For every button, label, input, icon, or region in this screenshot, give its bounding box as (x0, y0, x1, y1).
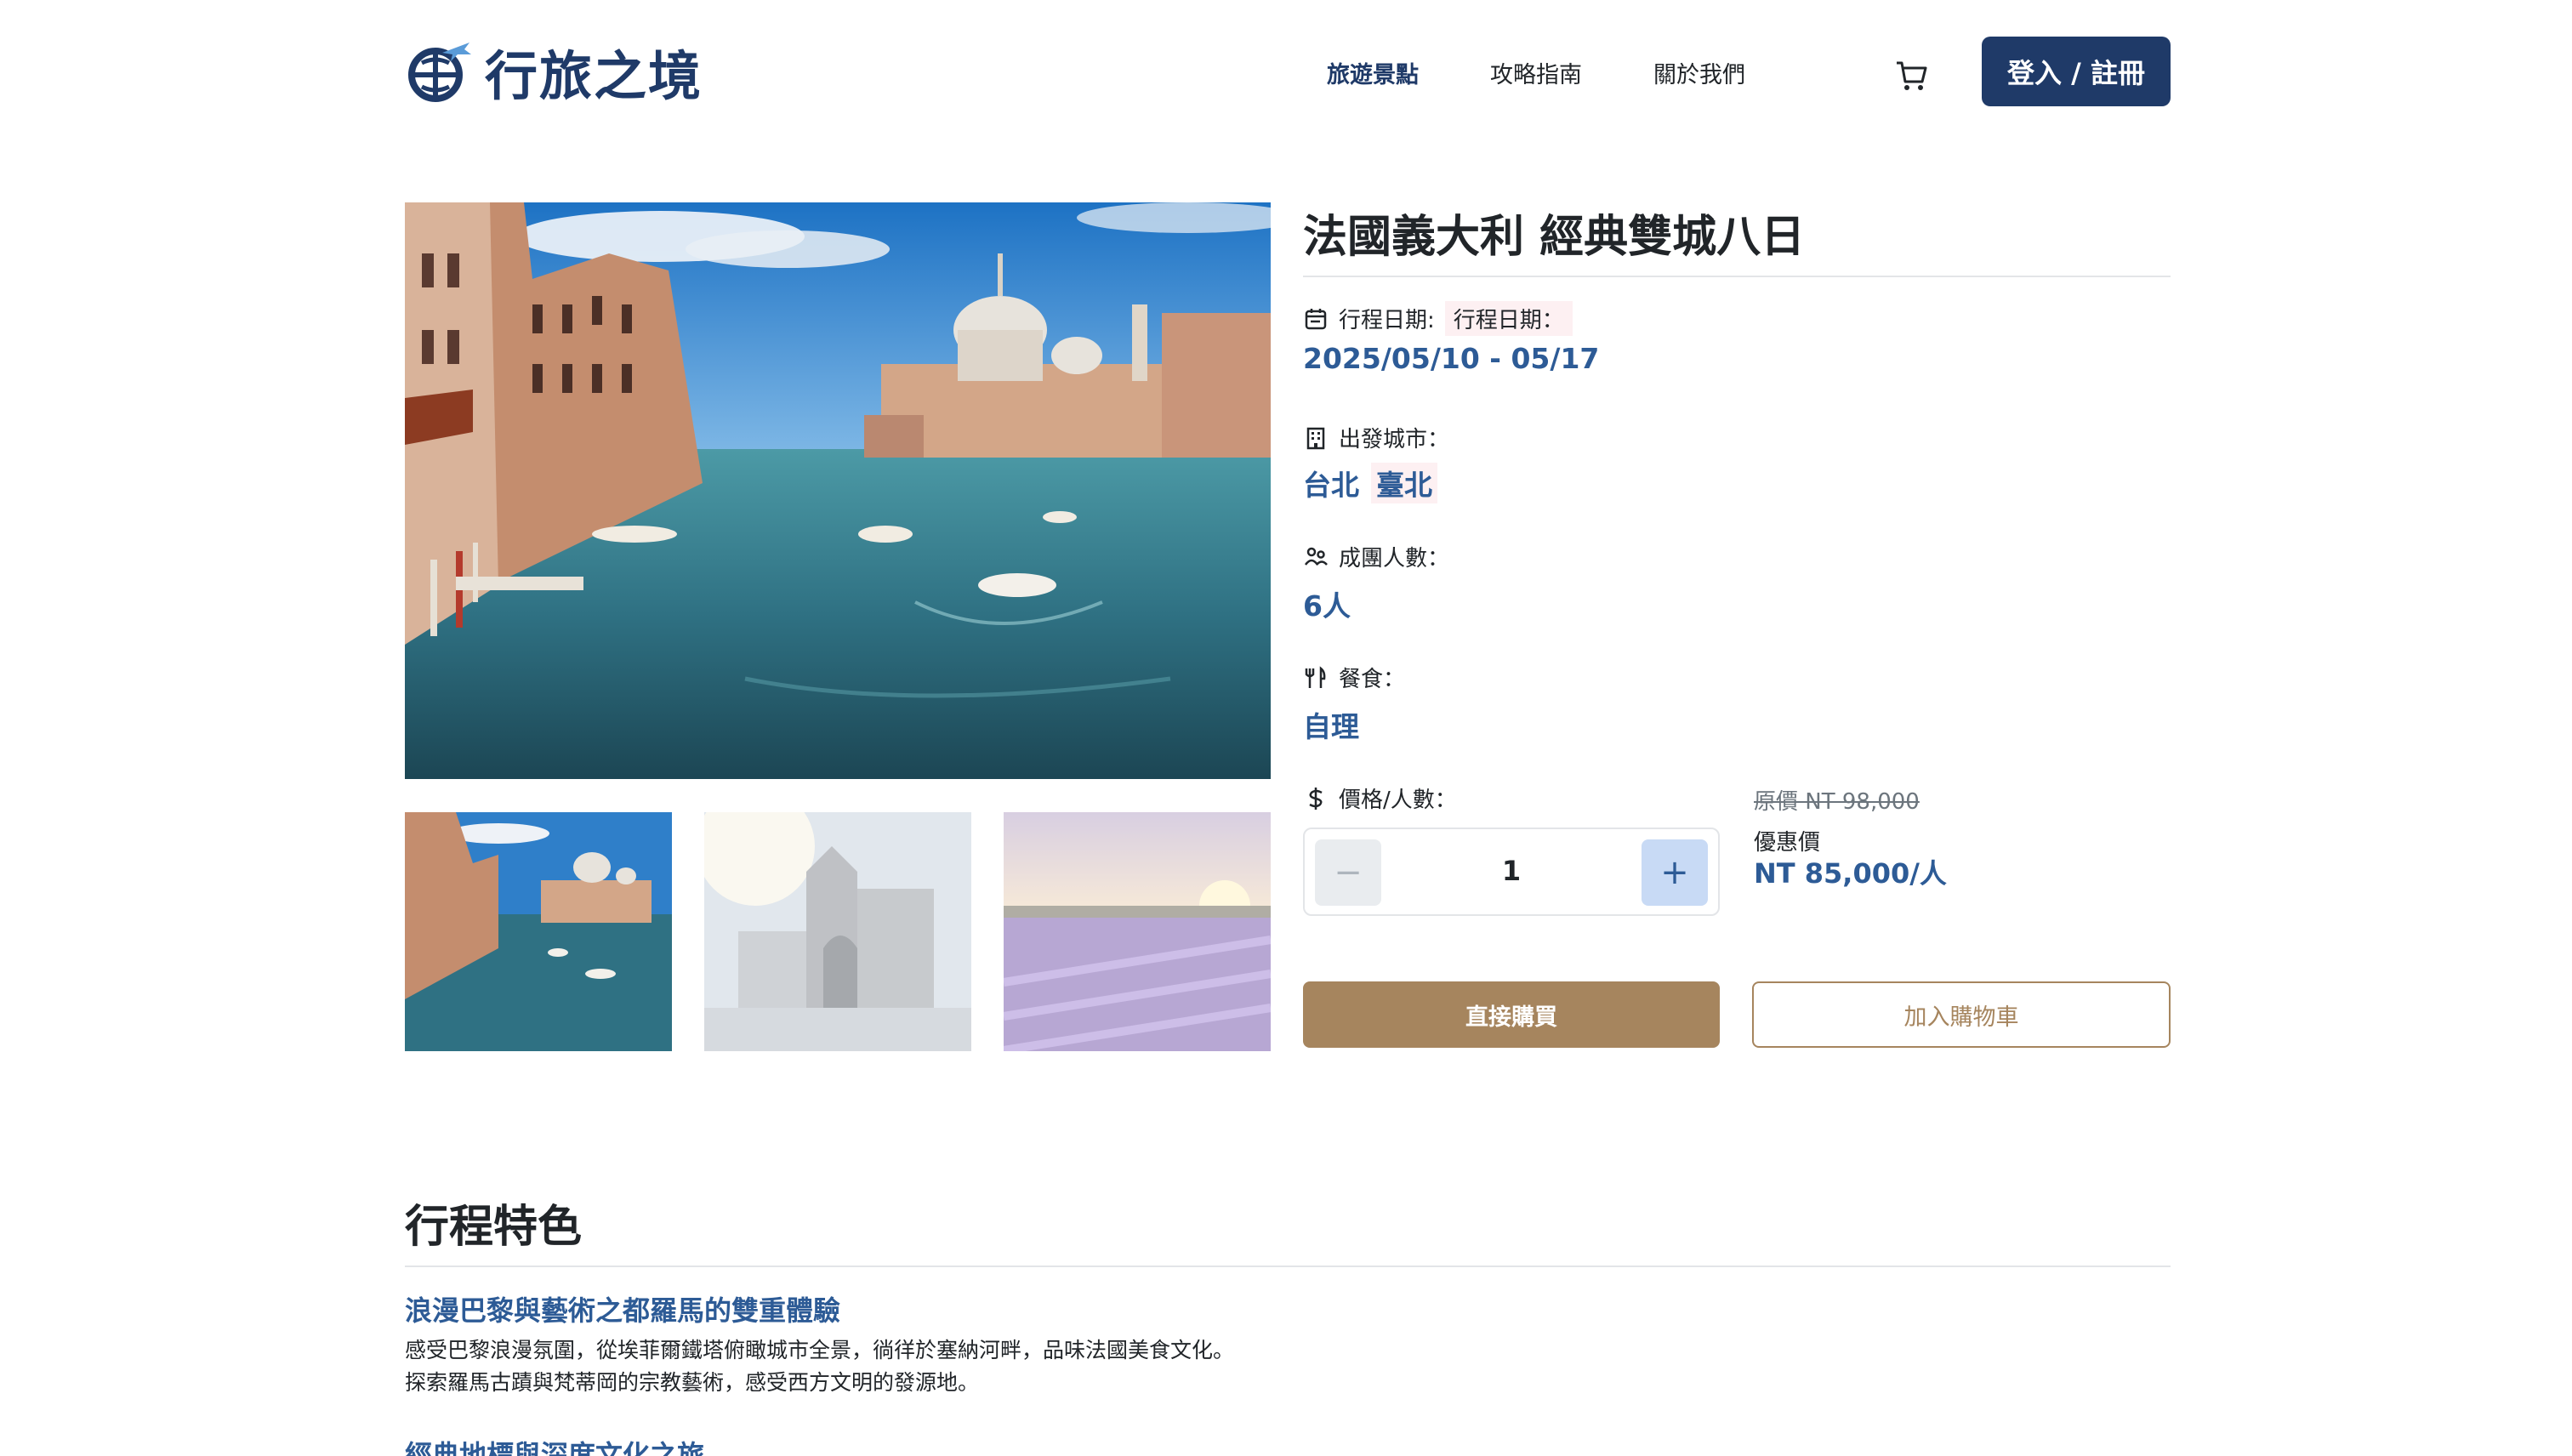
group-label-row: 成團人數： (1303, 541, 1449, 572)
meal-label: 餐食： (1339, 667, 1406, 692)
meal-label-row: 餐食： (1303, 662, 1405, 693)
login-register-button[interactable]: 登入 / 註冊 (1982, 37, 2171, 106)
features-divider (405, 1265, 2171, 1267)
cart-button[interactable] (1893, 56, 1931, 94)
feature-line: 感受巴黎浪漫氛圍，從埃菲爾鐵塔俯瞰城市全景，徜徉於塞納河畔，品味法國美食文化。 (405, 1338, 1235, 1362)
features-title: 行程特色 (405, 1201, 583, 1253)
building-icon (1306, 427, 1325, 449)
sale-price: NT 85,000/人 (1754, 857, 1947, 890)
utensils-icon (1305, 665, 1326, 688)
calendar-icon (1305, 308, 1327, 329)
thumbnail-lavender[interactable] (1004, 812, 1271, 1051)
thumbnail-stone-gate[interactable] (704, 812, 971, 1051)
group-label: 成團人數： (1339, 546, 1450, 572)
increase-button[interactable]: + (1642, 839, 1708, 906)
group-icon (1304, 547, 1328, 566)
feature-heading: 浪漫巴黎與藝術之都羅馬的雙重體驗 (405, 1294, 841, 1327)
city-value-alt: 臺北 (1371, 463, 1437, 503)
brand-logo[interactable]: 行旅之境 (405, 37, 703, 107)
add-to-cart-button[interactable]: 加入購物車 (1752, 981, 2171, 1048)
title-divider (1303, 276, 2171, 277)
feature-heading: 經典地標與深度文化之旅 (405, 1439, 705, 1456)
meal-value: 自理 (1303, 710, 1359, 743)
dollar-icon (1309, 787, 1323, 810)
nav-item-guides[interactable]: 攻略指南 (1490, 56, 1582, 89)
buy-now-button[interactable]: 直接購買 (1303, 981, 1720, 1048)
quantity-stepper: − 1 + (1303, 828, 1720, 916)
thumbnail-venice[interactable] (405, 812, 672, 1051)
hero-image (405, 202, 1271, 779)
city-values: 台北 臺北 (1303, 463, 1437, 503)
nav-item-about[interactable]: 關於我們 (1653, 56, 1745, 89)
price-label: 價格/人數： (1339, 788, 1457, 813)
date-label-row: 行程日期: 行程日期： (1303, 301, 1573, 336)
price-label-row: 價格/人數： (1303, 782, 1457, 814)
globe-plane-icon (408, 43, 471, 102)
city-value: 台北 (1303, 469, 1359, 502)
group-value: 6人 (1303, 589, 1351, 623)
date-label: 行程日期: (1339, 308, 1435, 333)
feature-line: 探索羅馬古蹟與梵蒂岡的宗教藝術，感受西方文明的發源地。 (405, 1370, 980, 1395)
original-price: 原價 NT 98,000 (1754, 789, 1920, 815)
nav-item-attractions[interactable]: 旅遊景點 (1327, 56, 1419, 89)
date-value: 2025/05/10 - 05/17 (1303, 342, 1600, 375)
cart-icon (1897, 61, 1927, 90)
brand-name: 行旅之境 (485, 45, 703, 107)
date-tag: 行程日期： (1444, 301, 1573, 336)
city-label-row: 出發城市： (1303, 422, 1449, 453)
city-label: 出發城市： (1339, 427, 1450, 452)
product-title: 法國義大利 經典雙城八日 (1303, 211, 1806, 263)
